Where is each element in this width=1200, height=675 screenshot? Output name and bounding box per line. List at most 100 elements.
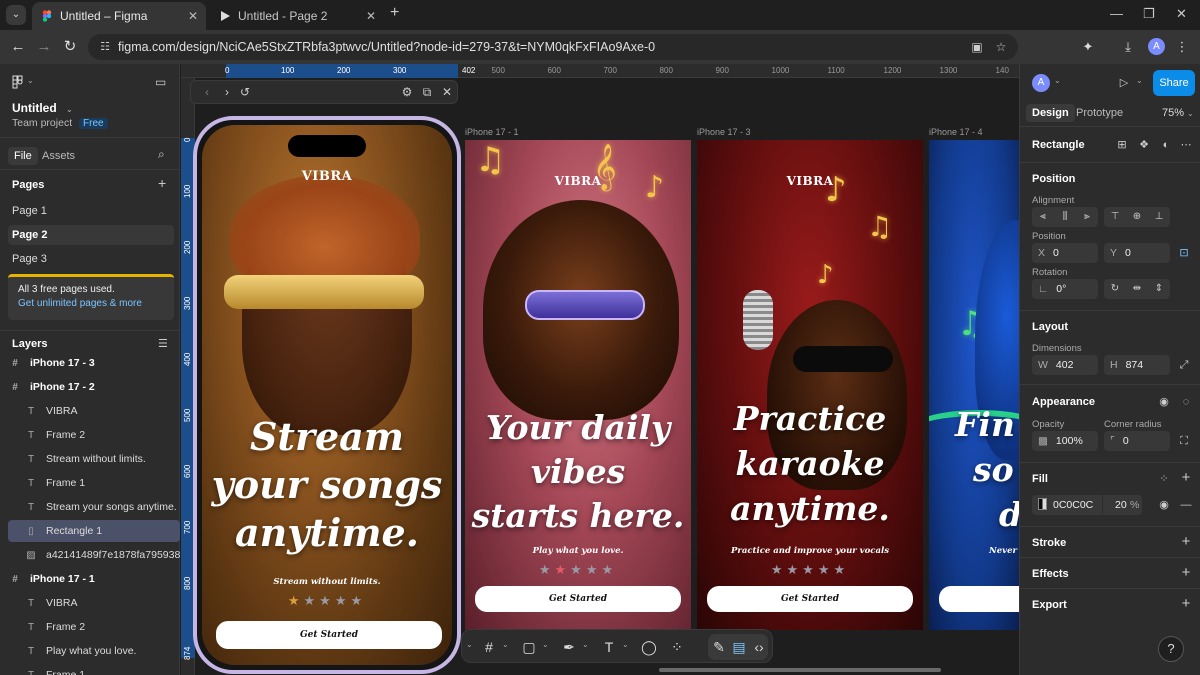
- figma-menu-icon[interactable]: [12, 75, 24, 89]
- eye-icon[interactable]: ◉: [1156, 394, 1172, 410]
- pen-tool-icon[interactable]: ✒: [560, 638, 578, 656]
- screen-daily-vibes[interactable]: ♫ 𝄞 ♪ VIBRA Your daily vibes starts here…: [465, 140, 691, 630]
- chevron-down-icon[interactable]: ⌄: [466, 640, 473, 649]
- chevron-down-icon[interactable]: ⌄: [1136, 76, 1143, 85]
- align-center-h-icon[interactable]: ⫼: [1057, 209, 1073, 225]
- component-grid-icon[interactable]: ⊞: [1114, 137, 1130, 153]
- present-icon[interactable]: ▷: [1116, 75, 1132, 91]
- settings-sliders-icon[interactable]: ⚙: [399, 84, 415, 100]
- remove-fill-icon[interactable]: —: [1178, 497, 1194, 513]
- tab-file[interactable]: File: [8, 147, 38, 165]
- close-tab-icon[interactable]: ✕: [366, 2, 376, 30]
- corner-radius-field[interactable]: ⌜ 0: [1104, 431, 1170, 451]
- x-position-field[interactable]: X0: [1032, 243, 1098, 263]
- align-left-icon[interactable]: ⫷: [1035, 209, 1051, 225]
- layer-item[interactable]: T Frame 1: [8, 664, 180, 675]
- open-external-icon[interactable]: ⧉: [419, 84, 435, 100]
- chevron-down-icon[interactable]: ⌄: [582, 640, 589, 649]
- fill-color-field[interactable]: 0C0C0C 20 %: [1032, 495, 1142, 515]
- mask-icon[interactable]: ◐: [1158, 137, 1174, 153]
- layer-item[interactable]: T Frame 2: [8, 424, 180, 446]
- profile-avatar[interactable]: A: [1148, 38, 1165, 55]
- layer-item[interactable]: T Play what you love.: [8, 640, 180, 662]
- tab-search-icon[interactable]: ⌄: [6, 5, 26, 25]
- align-top-icon[interactable]: ⊤: [1107, 209, 1123, 225]
- frame-tool-icon[interactable]: #: [480, 638, 498, 656]
- layer-item[interactable]: T Stream without limits.: [8, 448, 180, 470]
- extensions-icon[interactable]: ✦: [1078, 37, 1098, 57]
- layer-item[interactable]: # iPhone 17 - 2: [8, 376, 180, 398]
- layer-item[interactable]: T Frame 1: [8, 472, 180, 494]
- style-grid-icon[interactable]: ⁘: [1156, 471, 1172, 487]
- fill-opacity[interactable]: 20: [1102, 495, 1127, 515]
- add-fill-icon[interactable]: +: [1178, 470, 1194, 486]
- site-settings-icon[interactable]: ☷: [96, 38, 114, 56]
- zoom-level[interactable]: 75% ⌄: [1162, 107, 1194, 119]
- chevron-down-icon[interactable]: ⌄: [1054, 76, 1061, 85]
- tab-design[interactable]: Design: [1026, 104, 1075, 122]
- constraints-icon[interactable]: ⊡: [1176, 245, 1192, 261]
- reload-icon[interactable]: ↻: [60, 37, 80, 57]
- search-icon[interactable]: ⌕: [158, 147, 165, 162]
- dev-mode-icon[interactable]: ‹›: [750, 638, 768, 656]
- url-field[interactable]: ☷ figma.com/design/NciCAe5StxZTRbfa3ptwv…: [88, 34, 1018, 60]
- frame-label[interactable]: iPhone 17 - 3: [697, 127, 751, 137]
- file-title[interactable]: Untitled ⌄: [12, 101, 73, 115]
- close-tab-icon[interactable]: ✕: [188, 2, 198, 30]
- component-icon[interactable]: ❖: [1136, 137, 1152, 153]
- new-tab-icon[interactable]: +: [390, 4, 399, 22]
- width-field[interactable]: W 402: [1032, 355, 1098, 375]
- more-options-icon[interactable]: ⋯: [1178, 137, 1194, 153]
- actions-icon[interactable]: ⁘: [668, 638, 686, 656]
- selection-name[interactable]: Rectangle: [1032, 139, 1085, 151]
- rectangle-tool-icon[interactable]: ▢: [520, 638, 538, 656]
- restart-icon[interactable]: ↺: [237, 84, 253, 100]
- rotation-field[interactable]: ∟ 0°: [1032, 279, 1098, 299]
- blend-mode-icon[interactable]: ◌: [1178, 394, 1194, 410]
- upgrade-link[interactable]: Get unlimited pages & more: [18, 298, 164, 309]
- chevron-down-icon[interactable]: ⌄: [502, 640, 509, 649]
- add-export-icon[interactable]: +: [1178, 596, 1194, 612]
- add-effect-icon[interactable]: +: [1178, 565, 1194, 581]
- help-button[interactable]: ?: [1158, 636, 1184, 662]
- rotate-icon[interactable]: ↻: [1107, 281, 1123, 297]
- layer-item[interactable]: T Stream your songs anytime.: [8, 496, 180, 518]
- align-right-icon[interactable]: ⫸: [1079, 209, 1095, 225]
- browser-tab-page2[interactable]: Untitled - Page 2 ✕: [210, 2, 384, 30]
- phone-mockup[interactable]: VIBRA Stream your songs anytime. Stream …: [193, 116, 461, 674]
- screen-karaoke[interactable]: ♪ ♫ ♪ VIBRA Practice karaoke anytime. Pr…: [697, 140, 923, 630]
- layer-item[interactable]: ▨ a42141489f7e1878fa79593810db: [8, 544, 180, 566]
- page-item-3[interactable]: Page 3: [8, 249, 174, 269]
- get-started-button[interactable]: Get Started: [216, 621, 442, 649]
- layer-item[interactable]: T Frame 2: [8, 616, 180, 638]
- chevron-down-icon[interactable]: ⌄: [622, 640, 629, 649]
- share-button[interactable]: Share: [1153, 70, 1195, 96]
- chevron-down-icon[interactable]: ⌄: [542, 640, 549, 649]
- chevron-down-icon[interactable]: ⌄: [27, 76, 34, 85]
- text-tool-icon[interactable]: T: [600, 638, 618, 656]
- collapse-layers-icon[interactable]: ☰: [158, 337, 168, 350]
- get-started-button[interactable]: Get Started: [475, 586, 681, 612]
- tab-assets[interactable]: Assets: [36, 147, 81, 165]
- align-bottom-icon[interactable]: ⊥: [1151, 209, 1167, 225]
- cast-icon[interactable]: ▣: [968, 38, 986, 56]
- resize-icon[interactable]: ⤢: [1176, 357, 1192, 373]
- layer-item[interactable]: T VIBRA: [8, 400, 180, 422]
- bookmark-star-icon[interactable]: ☆: [992, 38, 1010, 56]
- layer-item[interactable]: ▯ Rectangle 1: [8, 520, 180, 542]
- tab-prototype[interactable]: Prototype: [1070, 104, 1129, 122]
- y-position-field[interactable]: Y0: [1104, 243, 1170, 263]
- add-page-icon[interactable]: +: [158, 175, 166, 191]
- draw-mode-icon[interactable]: ✎: [710, 638, 728, 656]
- opacity-field[interactable]: ▩ 100%: [1032, 431, 1098, 451]
- chevron-left-icon[interactable]: ‹: [199, 84, 215, 100]
- back-icon[interactable]: ←: [8, 37, 28, 57]
- restore-icon[interactable]: ❐: [1143, 6, 1155, 22]
- toggle-sidebar-icon[interactable]: ▭: [155, 75, 166, 89]
- avatar[interactable]: A: [1032, 74, 1050, 92]
- canvas[interactable]: 0 100 200 300 402 500 600 700 800 900 1000 1100 1200…: [181, 64, 1019, 675]
- flip-horizontal-icon[interactable]: ⇹: [1129, 281, 1145, 297]
- comment-tool-icon[interactable]: ◯: [640, 638, 658, 656]
- flip-vertical-icon[interactable]: ⇕: [1151, 281, 1167, 297]
- independent-corners-icon[interactable]: ⛶: [1176, 433, 1192, 449]
